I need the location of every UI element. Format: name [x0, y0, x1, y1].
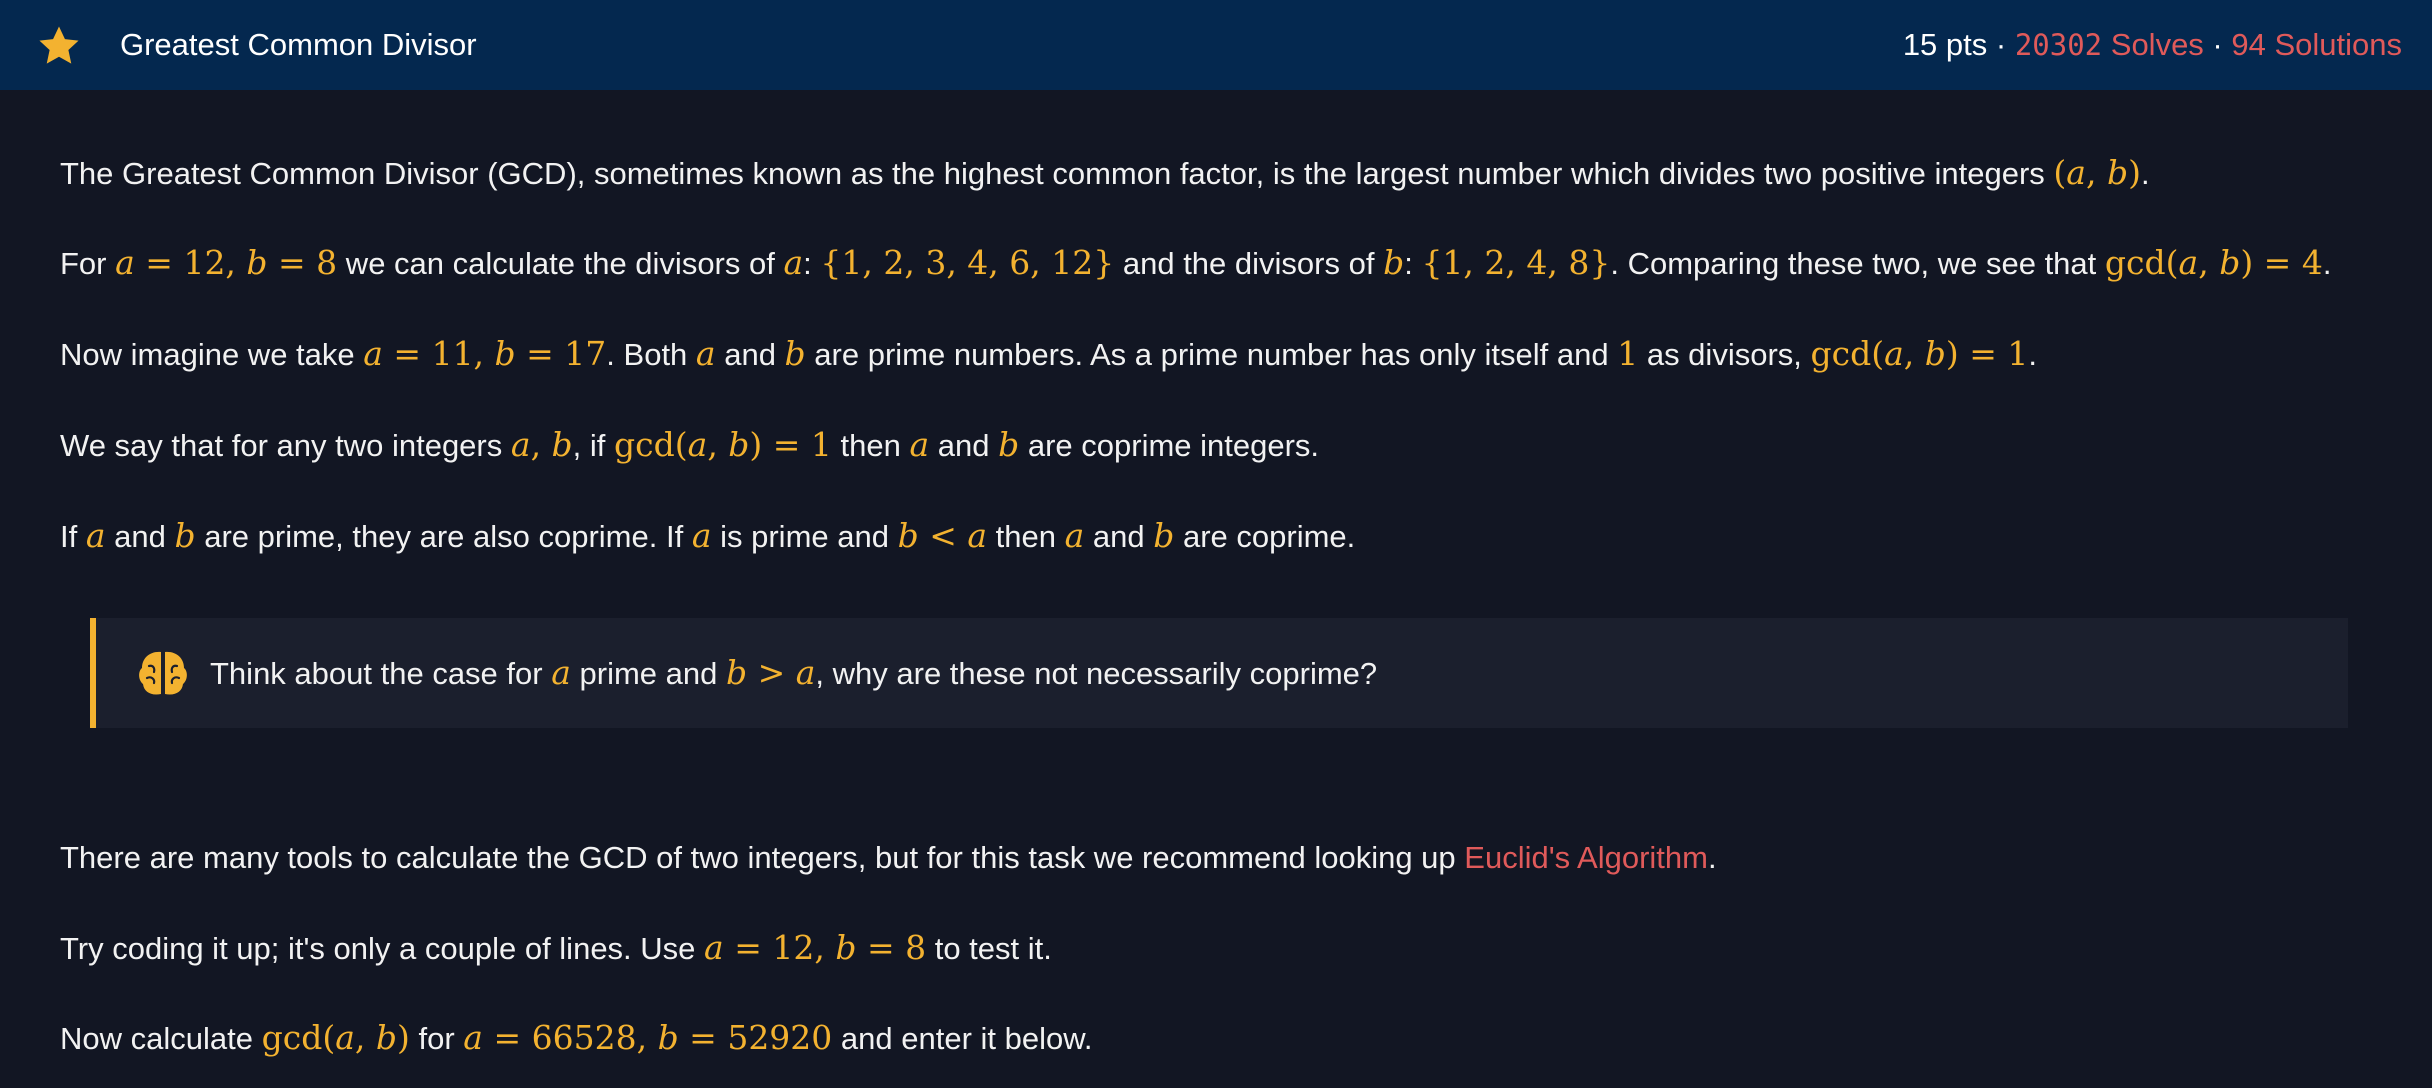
text: for	[409, 1021, 464, 1056]
text: There are many tools to calculate the GC…	[60, 840, 1465, 875]
math-expression: a = 12, b = 8	[115, 243, 338, 282]
text: . Comparing these two, we see that	[1610, 246, 2105, 281]
text: For	[60, 246, 116, 281]
text: Now calculate	[60, 1021, 262, 1056]
math-expression: gcd(a, b)	[261, 1018, 410, 1057]
math-expression: b	[174, 516, 196, 555]
challenge-stats: 15 pts · 20302 Solves · 94 Solutions	[1903, 0, 2402, 90]
math-expression: {1, 2, 3, 4, 6, 12}	[820, 243, 1115, 282]
text: , if	[572, 428, 615, 463]
text: and the divisors of	[1114, 246, 1384, 281]
text: Think about the case for	[210, 656, 552, 691]
text: If	[60, 519, 86, 554]
math-expression: {1, 2, 4, 8}	[1421, 243, 1611, 282]
paragraph-coprime-definition: We say that for any two integers a, b, i…	[60, 417, 1319, 473]
star-icon[interactable]	[36, 23, 82, 69]
text: then	[987, 519, 1065, 554]
challenge-title: Greatest Common Divisor	[120, 27, 477, 62]
text: :	[1404, 246, 1422, 281]
math-expression: a, b	[510, 425, 573, 464]
math-expression: (a, b)	[2053, 153, 2141, 192]
math-expression: a = 66528, b = 52920	[463, 1018, 833, 1057]
text: , why are these not necessarily coprime?	[815, 656, 1378, 691]
text: The Greatest Common Divisor (GCD), somet…	[60, 156, 2054, 191]
math-expression: b < a	[897, 516, 988, 555]
solutions-link[interactable]: 94 Solutions	[2231, 27, 2402, 62]
text: Now imagine we take	[60, 337, 364, 372]
solves-count: 20302	[2014, 28, 2103, 62]
text: .	[2322, 246, 2332, 281]
text: . Both	[606, 337, 696, 372]
points-label: 15 pts	[1902, 27, 1988, 62]
paragraph-coprime-examples: If a and b are prime, they are also copr…	[60, 508, 1355, 564]
hint-callout: Think about the case for a prime and b >…	[90, 618, 2348, 728]
paragraph-task: Now calculate gcd(a, b) for a = 66528, b…	[60, 1010, 1093, 1066]
text: are prime numbers. As a prime number has…	[805, 337, 1618, 372]
text: as divisors,	[1638, 337, 1811, 372]
solves-link[interactable]: 20302 Solves	[2015, 27, 2204, 62]
hint-text: Think about the case for a prime and b >…	[210, 618, 1377, 728]
text: and	[715, 337, 785, 372]
math-expression: a	[85, 516, 106, 555]
math-expression: gcd(a, b) = 1	[614, 425, 832, 464]
math-expression: b > a	[725, 653, 816, 692]
text: :	[803, 246, 821, 281]
paragraph-euclid: There are many tools to calculate the GC…	[60, 830, 1717, 886]
text: and	[105, 519, 175, 554]
math-expression: a	[691, 516, 712, 555]
text: We say that for any two integers	[60, 428, 511, 463]
math-expression: b	[1153, 516, 1175, 555]
math-expression: a	[695, 334, 716, 373]
separator: ·	[1987, 27, 2015, 62]
text: are coprime integers.	[1019, 428, 1320, 463]
solves-label: Solves	[2110, 27, 2204, 62]
text: prime and	[570, 656, 726, 691]
text: are prime, they are also coprime. If	[195, 519, 692, 554]
separator: ·	[2203, 27, 2232, 62]
text: and	[929, 428, 999, 463]
text: then	[831, 428, 910, 463]
math-expression: b	[998, 425, 1020, 464]
challenge-header: Greatest Common Divisor 15 pts · 20302 S…	[0, 0, 2432, 90]
brain-icon	[139, 651, 187, 695]
text: .	[2140, 156, 2150, 191]
text: Try coding it up; it's only a couple of …	[60, 931, 705, 966]
text: and enter it below.	[832, 1021, 1093, 1056]
math-expression: b	[784, 334, 806, 373]
math-expression: a	[909, 425, 930, 464]
math-expression: gcd(a, b) = 1	[1810, 334, 2029, 373]
math-expression: gcd(a, b) = 4	[2104, 243, 2323, 282]
math-expression: b	[1383, 243, 1405, 282]
text: are coprime.	[1174, 519, 1356, 554]
paragraph-example: For a = 12, b = 8 we can calculate the d…	[60, 235, 2331, 291]
euclid-algorithm-link[interactable]: Euclid's Algorithm	[1464, 840, 1708, 875]
math-expression: a = 11, b = 17	[363, 334, 607, 373]
text: we can calculate the divisors of	[337, 246, 784, 281]
text: and	[1084, 519, 1154, 554]
text: .	[1707, 840, 1717, 875]
paragraph-gcd-definition: The Greatest Common Divisor (GCD), somet…	[60, 145, 2150, 201]
math-expression: 1	[1617, 334, 1639, 373]
math-expression: a = 12, b = 8	[704, 928, 927, 967]
math-expression: a	[783, 243, 804, 282]
text: .	[2028, 337, 2038, 372]
text: to test it.	[926, 931, 1052, 966]
paragraph-primes: Now imagine we take a = 11, b = 17. Both…	[60, 326, 2037, 382]
text: is prime and	[711, 519, 898, 554]
paragraph-try-coding: Try coding it up; it's only a couple of …	[60, 920, 1052, 976]
math-expression: a	[551, 653, 571, 692]
math-expression: a	[1064, 516, 1085, 555]
